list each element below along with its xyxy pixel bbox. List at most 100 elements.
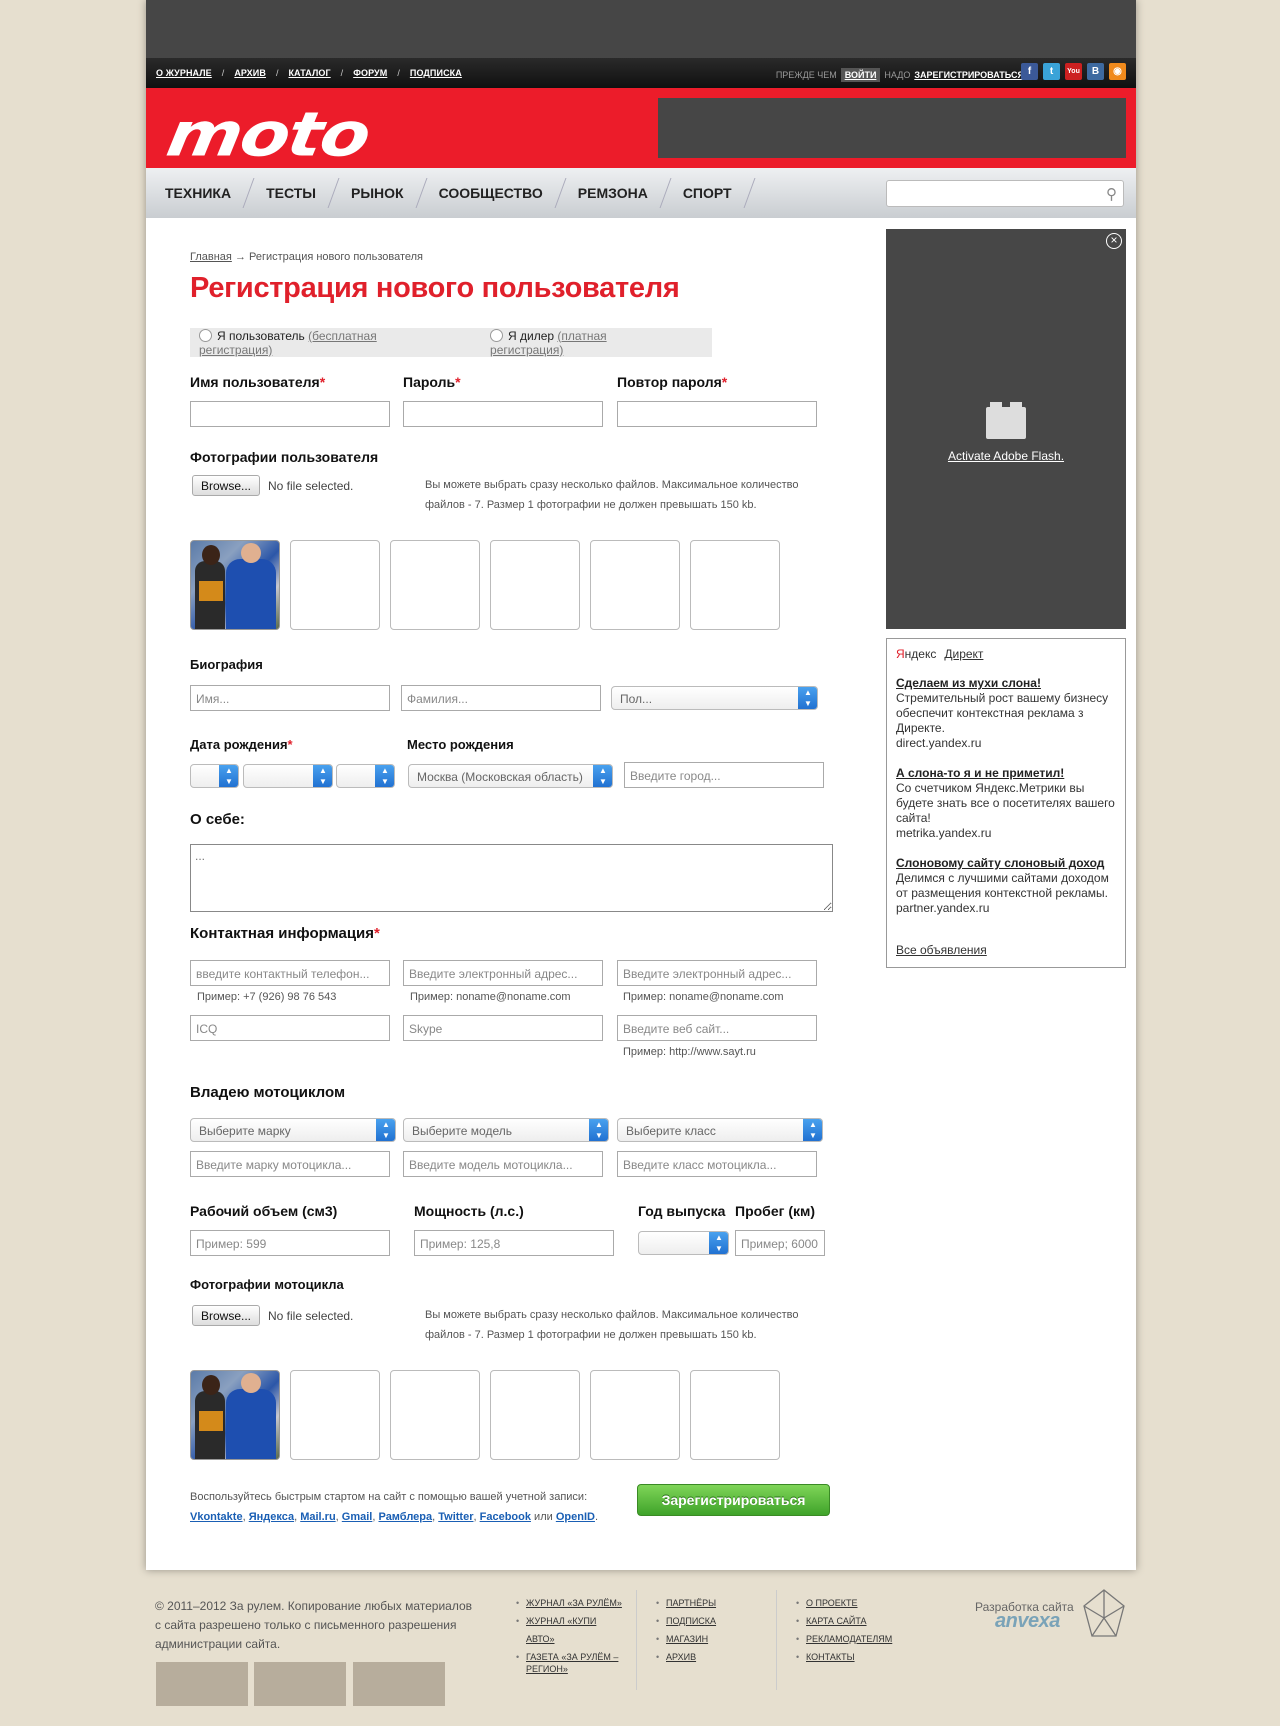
register-link[interactable]: ЗАРЕГИСТРИРОВАТЬСЯ — [914, 70, 1024, 80]
login-vkontakte[interactable]: Vkontakte — [190, 1511, 243, 1523]
nav-sport[interactable]: СПОРТ — [664, 168, 748, 218]
facebook-icon[interactable]: f — [1021, 63, 1038, 80]
youtube-icon[interactable]: You — [1065, 63, 1082, 80]
photo-slot[interactable] — [690, 540, 780, 630]
first-name-field[interactable]: Имя... — [190, 685, 390, 711]
birth-day-select[interactable]: ▲ ▼ — [190, 764, 239, 788]
footer-link[interactable]: ГАЗЕТА «ЗА РУЛЁМ – РЕГИОН» — [516, 1651, 626, 1675]
photo-slot[interactable] — [490, 1370, 580, 1460]
nav-tech[interactable]: ТЕХНИКА — [146, 168, 247, 218]
twitter-icon[interactable]: t — [1043, 63, 1060, 80]
site-logo[interactable]: moto — [162, 98, 375, 169]
moto-brand-field[interactable]: Введите марку мотоцикла... — [190, 1151, 390, 1177]
yandex-ad[interactable]: Слоновому сайту слоновый доход Делимся с… — [896, 856, 1116, 916]
gender-select[interactable]: Пол... ▲ ▼ — [611, 686, 818, 710]
username-field[interactable] — [190, 401, 390, 427]
moto-brand-select[interactable]: Выберите марку ▲ ▼ — [190, 1118, 396, 1142]
footer-link[interactable]: КАРТА САЙТА — [796, 1612, 916, 1630]
engine-volume-field[interactable]: Пример: 599 — [190, 1230, 390, 1256]
top-nav-archive[interactable]: АРХИВ — [234, 68, 266, 78]
footer-link[interactable]: ЖУРНАЛ «ЗА РУЛЁМ» — [516, 1594, 626, 1612]
search-icon[interactable]: ⚲ — [1106, 185, 1117, 203]
yandex-ad[interactable]: А слона-то я и не приметил! Со счетчиком… — [896, 766, 1116, 841]
login-mailru[interactable]: Mail.ru — [300, 1511, 335, 1523]
activate-flash-link[interactable]: Activate Adobe Flash. — [886, 449, 1126, 463]
all-ads-link[interactable]: Все объявления — [896, 943, 987, 958]
photo-slot[interactable] — [290, 1370, 380, 1460]
login-rambler[interactable]: Рамблера — [379, 1511, 433, 1523]
nav-repair[interactable]: РЕМЗОНА — [559, 168, 664, 218]
footer-link[interactable]: МАГАЗИН — [656, 1630, 766, 1648]
yandex-first-letter[interactable]: Я — [896, 647, 905, 661]
footer-link[interactable]: ПАРТНЁРЫ — [656, 1594, 766, 1612]
birth-city-field[interactable]: Введите город... — [624, 762, 824, 788]
email-field[interactable]: Введите электронный адрес... — [403, 960, 603, 986]
photo-slot[interactable] — [690, 1370, 780, 1460]
rss-icon[interactable]: ◉ — [1109, 63, 1126, 80]
footer-link[interactable]: КОНТАКТЫ — [796, 1648, 916, 1666]
footer-link[interactable]: АРХИВ — [656, 1648, 766, 1666]
login-openid[interactable]: OpenID — [556, 1511, 595, 1523]
photo-slot[interactable] — [590, 1370, 680, 1460]
developer-logo[interactable]: anvexa — [995, 1611, 1074, 1631]
footer-link[interactable]: ПОДПИСКА — [656, 1612, 766, 1630]
birth-region-select[interactable]: Москва (Московская область) ▲ ▼ — [408, 764, 613, 788]
password-field[interactable] — [403, 401, 603, 427]
moto-class-select[interactable]: Выберите класс ▲ ▼ — [617, 1118, 823, 1142]
footer-counter-badge[interactable] — [156, 1662, 248, 1706]
password-repeat-field[interactable] — [617, 401, 817, 427]
nav-community[interactable]: СООБЩЕСТВО — [420, 168, 559, 218]
moto-model-field[interactable]: Введите модель мотоцикла... — [403, 1151, 603, 1177]
search-input[interactable]: ⚲ — [886, 180, 1124, 207]
website-field[interactable]: Введите веб сайт... — [617, 1015, 817, 1041]
user-type-option[interactable]: Я пользователь (бесплатная регистрация) — [199, 328, 449, 357]
yandex-label[interactable]: ндекс — [905, 647, 937, 661]
user-photos-browse-button[interactable]: Browse... — [192, 475, 261, 496]
power-field[interactable]: Пример: 125,8 — [414, 1230, 614, 1256]
photo-slot[interactable] — [490, 540, 580, 630]
developer-credit[interactable]: Разработка сайта anvexa — [975, 1600, 1074, 1631]
login-twitter[interactable]: Twitter — [438, 1511, 473, 1523]
login-yandex[interactable]: Яндекса — [249, 1511, 294, 1523]
moto-photos-browse-button[interactable]: Browse... — [192, 1305, 261, 1326]
skype-field[interactable]: Skype — [403, 1015, 603, 1041]
icq-field[interactable]: ICQ — [190, 1015, 390, 1041]
photo-slot[interactable] — [290, 540, 380, 630]
nav-market[interactable]: РЫНОК — [332, 168, 420, 218]
vkontakte-icon[interactable]: B — [1087, 63, 1104, 80]
top-nav-catalog[interactable]: КАТАЛОГ — [288, 68, 330, 78]
top-nav-subscription[interactable]: ПОДПИСКА — [410, 68, 462, 78]
close-icon[interactable]: × — [1106, 233, 1122, 249]
top-nav-about[interactable]: О ЖУРНАЛЕ — [156, 68, 212, 78]
user-radio[interactable] — [199, 328, 212, 342]
ad-title[interactable]: Сделаем из мухи слона! — [896, 676, 1116, 691]
yandex-ad[interactable]: Сделаем из мухи слона! Стремительный рос… — [896, 676, 1116, 751]
photo-slot[interactable] — [590, 540, 680, 630]
footer-link[interactable]: ЖУРНАЛ «КУПИ АВТО» — [516, 1612, 626, 1648]
footer-counter-badge[interactable] — [254, 1662, 346, 1706]
email2-field[interactable]: Введите электронный адрес... — [617, 960, 817, 986]
moto-photo-thumbnail[interactable] — [190, 1370, 280, 1460]
ad-title[interactable]: Слоновому сайту слоновый доход — [896, 856, 1116, 871]
photo-slot[interactable] — [390, 1370, 480, 1460]
footer-link[interactable]: О ПРОЕКТЕ — [796, 1594, 916, 1612]
about-textarea[interactable] — [190, 844, 833, 912]
nav-tests[interactable]: ТЕСТЫ — [247, 168, 332, 218]
birth-year-select[interactable]: ▲ ▼ — [336, 764, 395, 788]
birth-month-select[interactable]: ▲ ▼ — [243, 764, 333, 788]
user-photo-thumbnail[interactable] — [190, 540, 280, 630]
breadcrumb-home[interactable]: Главная — [190, 251, 232, 263]
moto-model-select[interactable]: Выберите модель ▲ ▼ — [403, 1118, 609, 1142]
top-nav-forum[interactable]: ФОРУМ — [353, 68, 387, 78]
footer-link[interactable]: РЕКЛАМОДАТЕЛЯМ — [796, 1630, 916, 1648]
year-select[interactable]: ▲ ▼ — [638, 1231, 729, 1255]
dealer-radio[interactable] — [490, 328, 504, 342]
moto-class-field[interactable]: Введите класс мотоцикла... — [617, 1151, 817, 1177]
direct-link[interactable]: Директ — [944, 647, 983, 661]
footer-counter-badge[interactable] — [353, 1662, 445, 1706]
login-gmail[interactable]: Gmail — [342, 1511, 373, 1523]
login-link[interactable]: ВОЙТИ — [840, 68, 881, 82]
login-facebook[interactable]: Facebook — [480, 1511, 531, 1523]
dealer-type-option[interactable]: Я дилер (платная регистрация) — [490, 328, 680, 357]
ad-title[interactable]: А слона-то я и не приметил! — [896, 766, 1116, 781]
